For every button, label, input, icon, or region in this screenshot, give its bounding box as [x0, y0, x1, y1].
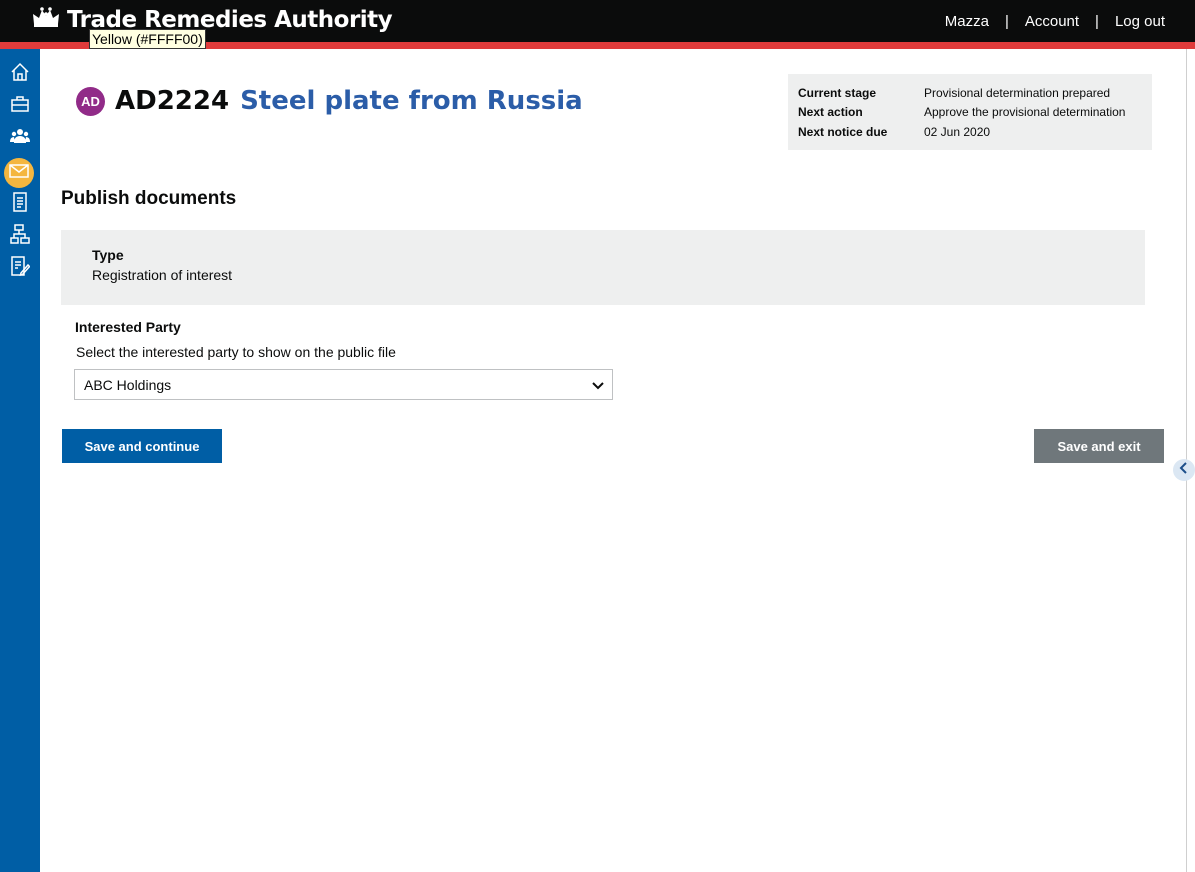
- stage-label: Next notice due: [798, 124, 888, 139]
- home-icon: [10, 62, 30, 87]
- stage-value: Provisional determination prepared: [924, 85, 1111, 100]
- envelope-icon: [9, 163, 29, 184]
- stage-label: Next action: [798, 105, 863, 120]
- type-label: Type: [92, 247, 124, 263]
- save-and-continue-button[interactable]: Save and continue: [62, 429, 222, 463]
- logout-link[interactable]: Log out: [1115, 13, 1165, 30]
- document-icon: [11, 192, 29, 217]
- crown-icon: [31, 6, 61, 33]
- stage-row: Current stage Provisional determination …: [798, 83, 1142, 103]
- stage-row: Next action Approve the provisional dete…: [798, 103, 1142, 123]
- type-panel: Type Registration of interest: [61, 230, 1145, 305]
- interested-party-select[interactable]: ABC Holdings: [74, 369, 613, 400]
- case-header: AD AD2224 Steel plate from Russia: [76, 86, 583, 116]
- page-title: Publish documents: [61, 188, 237, 209]
- case-reference: AD2224: [115, 86, 230, 116]
- chevron-left-icon: [1179, 461, 1189, 479]
- users-icon: [9, 126, 30, 151]
- sidebar-item-notices[interactable]: [4, 158, 34, 188]
- stage-row: Next notice due 02 Jun 2020: [798, 122, 1142, 142]
- interested-party-hint: Select the interested party to show on t…: [76, 344, 396, 360]
- sidebar-item-edit[interactable]: [6, 255, 33, 282]
- stage-label: Current stage: [798, 85, 877, 100]
- sidebar-item-workflow[interactable]: [6, 223, 33, 250]
- top-nav: Mazza | Account | Log out: [945, 13, 1165, 30]
- sidebar: [0, 49, 40, 872]
- sidebar-item-documents[interactable]: [6, 191, 33, 218]
- chevron-down-icon: [592, 377, 604, 393]
- brand[interactable]: Trade Remedies Authority: [31, 6, 393, 33]
- sidebar-item-home[interactable]: [6, 61, 33, 88]
- color-tooltip: Yellow (#FFFF00): [89, 29, 206, 49]
- stage-value: Approve the provisional determination: [924, 105, 1126, 120]
- nav-separator: |: [1004, 13, 1009, 30]
- interested-party-selected: ABC Holdings: [84, 376, 172, 393]
- org-chart-icon: [9, 224, 30, 249]
- type-value: Registration of interest: [92, 267, 233, 283]
- case-type-badge: AD: [76, 86, 105, 116]
- case-name: Steel plate from Russia: [240, 86, 583, 116]
- sidebar-item-parties[interactable]: [6, 125, 33, 152]
- case-stage-summary: Current stage Provisional determination …: [788, 74, 1152, 150]
- interested-party-label: Interested Party: [75, 319, 181, 335]
- nav-separator: |: [1095, 13, 1099, 30]
- stage-value: 02 Jun 2020: [924, 124, 991, 139]
- briefcase-icon: [10, 94, 30, 119]
- collapse-panel-button[interactable]: [1173, 459, 1195, 481]
- sidebar-item-cases[interactable]: [6, 93, 33, 120]
- save-and-exit-button[interactable]: Save and exit: [1034, 429, 1164, 463]
- account-link[interactable]: Account: [1025, 13, 1079, 30]
- edit-document-icon: [10, 256, 31, 281]
- user-link[interactable]: Mazza: [945, 13, 989, 30]
